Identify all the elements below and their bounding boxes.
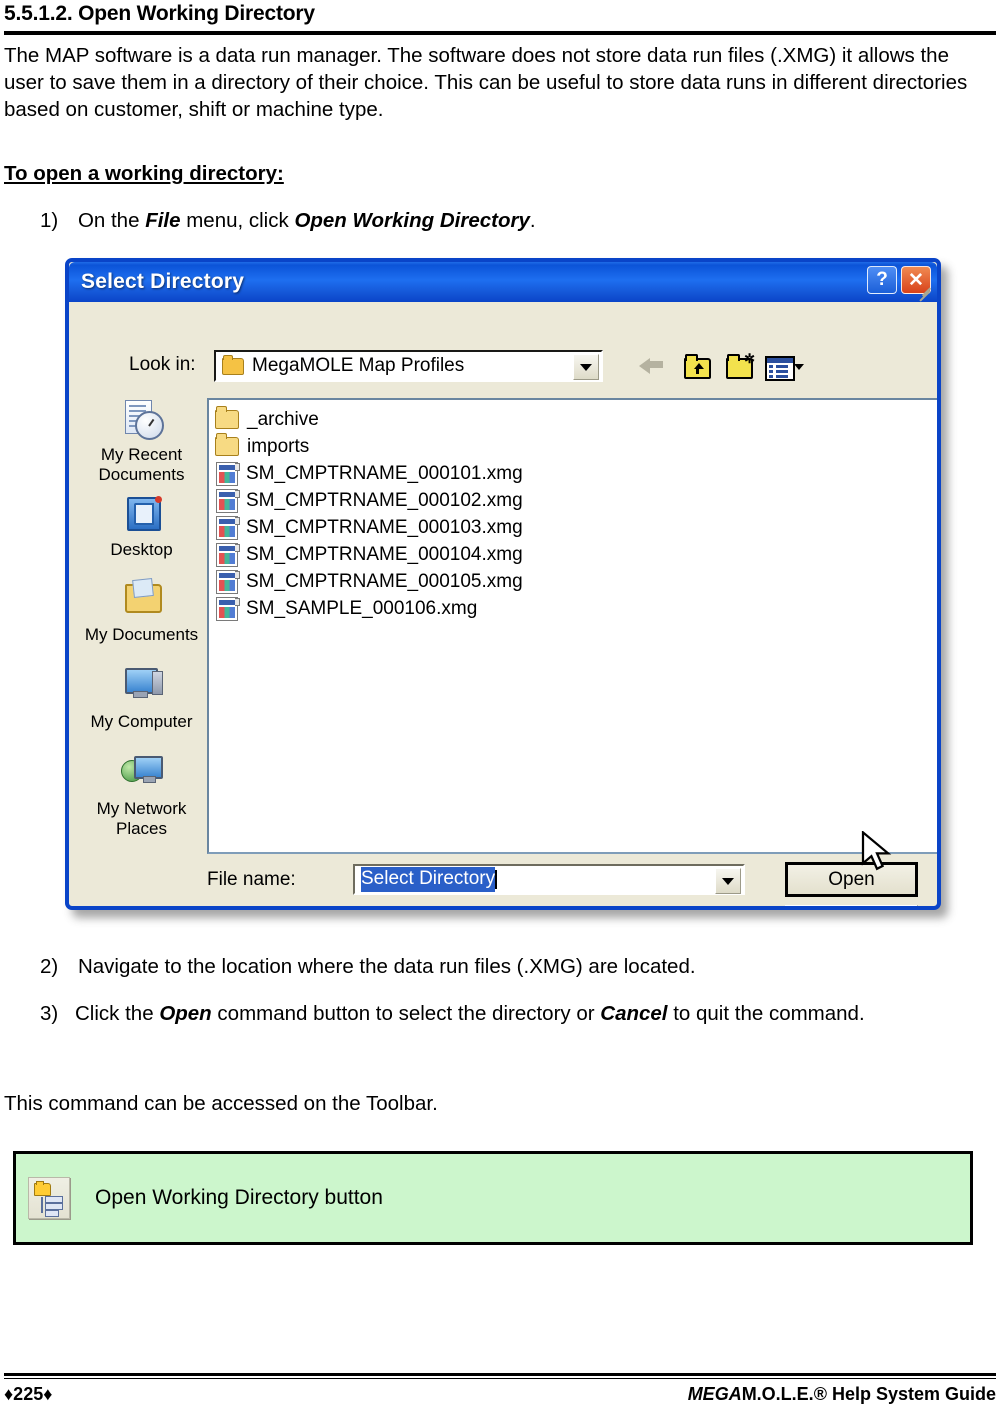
create-new-folder-icon[interactable]: ✲ bbox=[723, 352, 755, 380]
step-3-bold-cancel: Cancel bbox=[600, 1002, 668, 1025]
help-icon[interactable]: ? bbox=[867, 266, 897, 294]
guide-title-italic: MEGA bbox=[687, 1384, 742, 1404]
xmg-file-icon bbox=[216, 515, 240, 540]
step-3-text-prefix: Click the bbox=[75, 1002, 160, 1025]
lookin-row: Look in: MegaMOLE Map Profiles bbox=[69, 350, 937, 386]
list-item-label: SM_CMPTRNAME_000105.xmg bbox=[246, 570, 523, 592]
toolbar-button-callout: Open Working Directory button bbox=[13, 1151, 973, 1245]
step-2: 2) Navigate to the location where the da… bbox=[40, 953, 960, 980]
step-1-text-suffix: . bbox=[529, 209, 536, 232]
list-item[interactable]: SM_CMPTRNAME_000105.xmg bbox=[213, 568, 937, 595]
heading-divider bbox=[4, 31, 996, 35]
list-item-label: SM_CMPTRNAME_000104.xmg bbox=[246, 543, 523, 565]
list-item[interactable]: SM_CMPTRNAME_000102.xmg bbox=[213, 487, 937, 514]
guide-title: MEGAM.O.L.E.® Help System Guide bbox=[688, 1384, 996, 1405]
xmg-file-icon bbox=[216, 542, 240, 567]
place-label: My Network Places bbox=[96, 799, 187, 838]
step-1-bold-file: File bbox=[145, 209, 181, 232]
list-item-label: SM_CMPTRNAME_000102.xmg bbox=[246, 489, 523, 511]
place-desktop[interactable]: Desktop bbox=[79, 493, 204, 560]
open-button[interactable]: Open bbox=[785, 862, 918, 897]
place-my-recent-documents[interactable]: My Recent Documents bbox=[79, 398, 204, 485]
lookin-label: Look in: bbox=[129, 354, 196, 375]
resize-grip[interactable] bbox=[917, 282, 933, 302]
folder-icon bbox=[215, 433, 239, 456]
file-list[interactable]: _archive imports SM_CMPTRNAME_000101.xmg… bbox=[207, 398, 937, 854]
list-item[interactable]: SM_SAMPLE_000106.xmg bbox=[213, 595, 937, 622]
place-my-computer[interactable]: My Computer bbox=[79, 665, 204, 732]
chevron-down-icon[interactable] bbox=[573, 354, 599, 380]
my-computer-icon bbox=[119, 665, 165, 709]
my-documents-icon bbox=[119, 578, 165, 622]
mouse-cursor bbox=[861, 831, 892, 871]
step-2-number: 2) bbox=[40, 955, 59, 978]
callout-label: Open Working Directory button bbox=[95, 1186, 383, 1209]
my-network-places-icon bbox=[119, 752, 165, 796]
places-bar: My Recent Documents Desktop My Documents bbox=[79, 398, 204, 906]
step-1-text-prefix: On the bbox=[77, 209, 146, 232]
list-item-label: SM_CMPTRNAME_000101.xmg bbox=[246, 462, 523, 484]
desktop-icon bbox=[119, 493, 165, 537]
list-item-label: _archive bbox=[247, 408, 319, 430]
back-icon[interactable] bbox=[639, 352, 669, 380]
step-1: 1) On the File menu, click Open Working … bbox=[40, 207, 940, 234]
page-number: ♦225♦ bbox=[4, 1384, 53, 1404]
dialog-titlebar: Select Directory ? ✕ bbox=[69, 262, 937, 302]
step-1-number: 1) bbox=[40, 209, 59, 232]
place-my-documents[interactable]: My Documents bbox=[79, 578, 204, 645]
step-1-text-mid: menu, click bbox=[180, 209, 295, 232]
views-icon[interactable] bbox=[765, 352, 804, 381]
xmg-file-icon bbox=[216, 569, 240, 594]
filetype-select[interactable]: Select Directory bbox=[353, 907, 745, 910]
footer-divider bbox=[4, 1373, 996, 1376]
list-item-label: imports bbox=[247, 435, 310, 457]
step-3-bold-open: Open bbox=[159, 1002, 212, 1025]
list-item[interactable]: imports bbox=[213, 433, 937, 460]
xmg-file-icon bbox=[216, 488, 240, 513]
place-label: My Documents bbox=[84, 625, 199, 644]
xmg-file-icon bbox=[216, 461, 240, 486]
xmg-file-icon bbox=[216, 596, 240, 621]
place-label: Desktop bbox=[110, 540, 173, 559]
folder-icon bbox=[215, 406, 239, 429]
list-item[interactable]: SM_CMPTRNAME_000103.xmg bbox=[213, 514, 937, 541]
filename-dropdown-icon[interactable] bbox=[715, 868, 741, 894]
open-working-directory-toolbar-icon[interactable] bbox=[28, 1177, 70, 1219]
intro-paragraph: The MAP software is a data run manager. … bbox=[4, 44, 968, 121]
list-item-label: SM_CMPTRNAME_000103.xmg bbox=[246, 516, 523, 538]
page-title: 5.5.1.2. Open Working Directory bbox=[4, 2, 315, 25]
filename-label: File name: bbox=[207, 869, 296, 890]
dialog-toolbar: ✲ bbox=[639, 352, 804, 381]
filename-value: Select Directory bbox=[361, 867, 496, 892]
recent-documents-icon bbox=[119, 398, 165, 442]
place-label: My Recent Documents bbox=[98, 445, 185, 484]
step-3: 3) Click the Open command button to sele… bbox=[40, 1000, 940, 1027]
document-page: 5.5.1.2. Open Working Directory The MAP … bbox=[0, 0, 1002, 1407]
step-3-text-suffix: to quit the command. bbox=[667, 1002, 865, 1025]
lookin-combobox[interactable]: MegaMOLE Map Profiles bbox=[214, 350, 603, 382]
list-item-label: SM_SAMPLE_000106.xmg bbox=[246, 597, 478, 619]
lookin-value: MegaMOLE Map Profiles bbox=[252, 355, 465, 376]
filename-input[interactable]: Select Directory bbox=[353, 864, 745, 895]
step-3-text-mid: command button to select the directory o… bbox=[211, 1002, 601, 1025]
folder-icon bbox=[222, 354, 244, 375]
place-my-network-places[interactable]: My Network Places bbox=[79, 752, 204, 839]
toolbar-note: This command can be accessed on the Tool… bbox=[4, 1092, 438, 1115]
step-3-number: 3) bbox=[40, 1002, 59, 1025]
list-item[interactable]: SM_CMPTRNAME_000101.xmg bbox=[213, 460, 937, 487]
dialog-title: Select Directory bbox=[81, 270, 245, 293]
guide-title-rest: M.O.L.E.® Help System Guide bbox=[741, 1384, 996, 1404]
step-1-bold-command: Open Working Directory bbox=[294, 209, 530, 232]
step-2-text: Navigate to the location where the data … bbox=[77, 955, 696, 978]
subheading: To open a working directory: bbox=[4, 162, 284, 185]
place-label: My Computer bbox=[90, 712, 193, 731]
list-item[interactable]: SM_CMPTRNAME_000104.xmg bbox=[213, 541, 937, 568]
footer-divider-thin bbox=[4, 1378, 996, 1379]
list-item[interactable]: _archive bbox=[213, 406, 937, 433]
up-one-level-icon[interactable] bbox=[681, 352, 711, 380]
select-directory-dialog: Select Directory ? ✕ Look in: MegaMOLE M… bbox=[65, 258, 941, 910]
cancel-button[interactable]: Cancel bbox=[785, 905, 918, 906]
